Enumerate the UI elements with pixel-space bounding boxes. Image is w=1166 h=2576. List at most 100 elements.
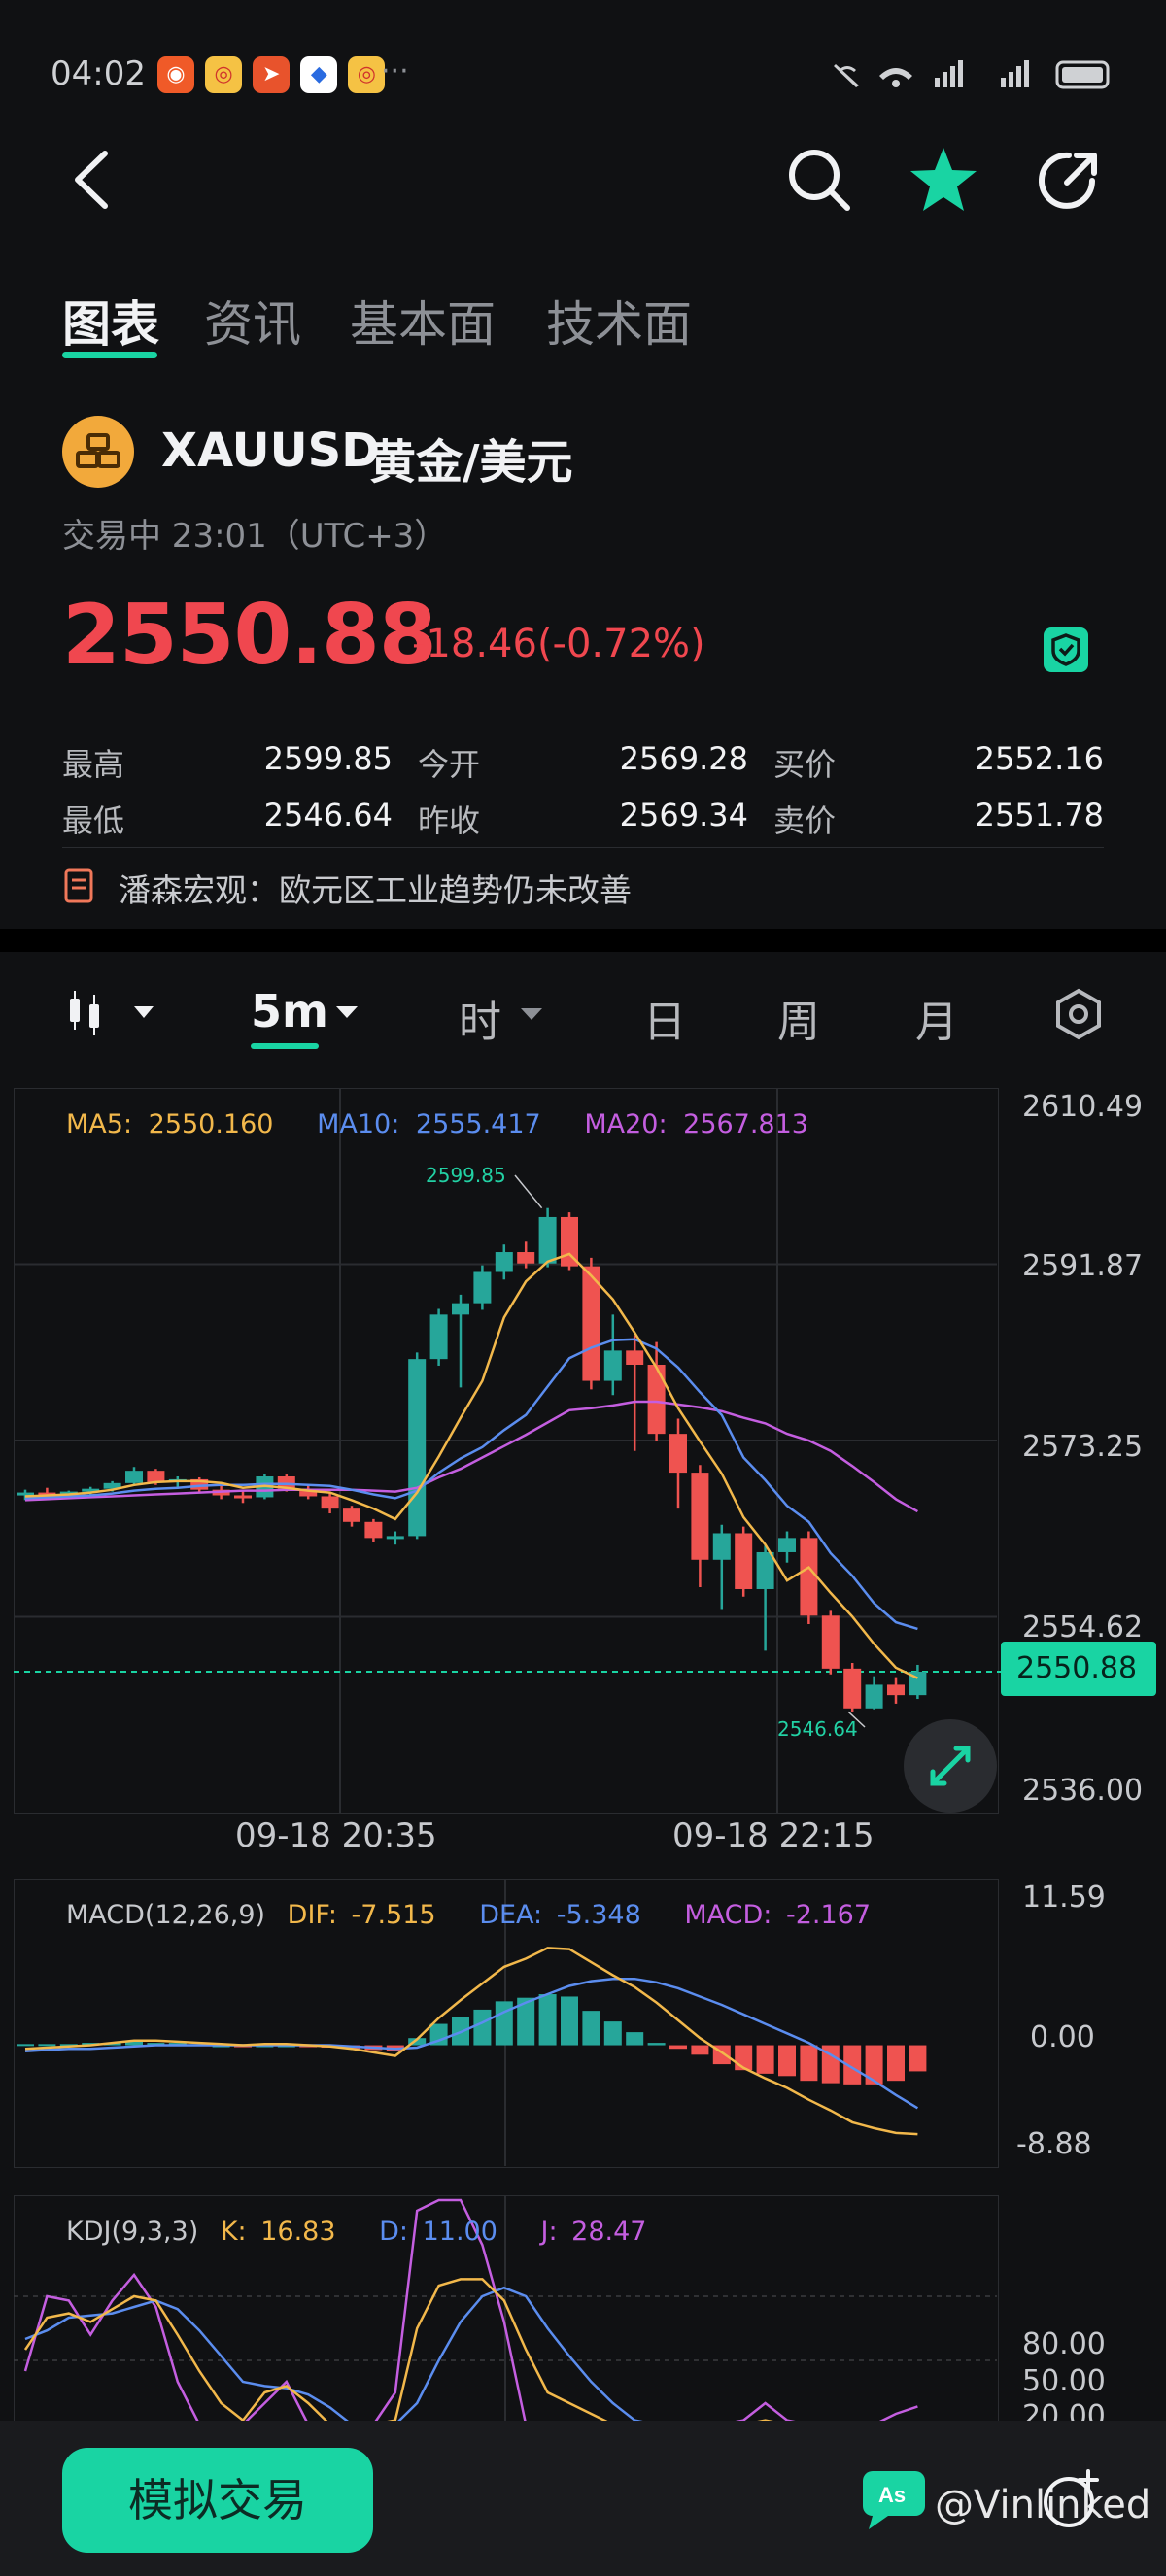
bid-label: 买价 bbox=[773, 746, 837, 783]
interval-week[interactable]: 周 bbox=[777, 987, 820, 1049]
last-price-tag-value: 2550.88 bbox=[1016, 1651, 1138, 1685]
ask-label: 卖价 bbox=[773, 802, 837, 839]
candle-body bbox=[691, 1473, 709, 1560]
back-arrow-icon bbox=[75, 151, 108, 209]
interval-5m[interactable]: 5m bbox=[251, 985, 367, 1053]
weibo-icon-2: ◎ bbox=[348, 56, 386, 93]
back-button[interactable] bbox=[62, 146, 120, 214]
kdj-legend: KDJ(9,3,3) K: 16.83 D: 11.00 J: 28.47 bbox=[66, 2217, 646, 2247]
last-price-tag: 2550.88 bbox=[1001, 1642, 1156, 1696]
macd-bar bbox=[603, 2021, 622, 2046]
app-notify-icon: ◉ bbox=[157, 56, 194, 93]
interval-active-indicator bbox=[251, 1043, 319, 1049]
prev-close-label: 昨收 bbox=[418, 802, 481, 839]
ma-legend: MA5: 2550.160 MA10: 2555.417 MA20: 2567.… bbox=[66, 1109, 808, 1139]
chat-assistant-button[interactable]: As bbox=[859, 2467, 937, 2535]
system-status-icons bbox=[826, 56, 1117, 91]
candle-body bbox=[321, 1496, 339, 1509]
macd-bar bbox=[473, 2009, 492, 2046]
candle-body bbox=[234, 1495, 252, 1499]
k-label: K: bbox=[220, 2217, 247, 2247]
candle-body bbox=[147, 1471, 165, 1482]
interval-hour[interactable]: 时 bbox=[459, 987, 566, 1047]
kdj-title: KDJ(9,3,3) bbox=[66, 2217, 199, 2247]
demo-trade-button[interactable]: 模拟交易 bbox=[62, 2448, 373, 2553]
tab-news[interactable]: 资讯 bbox=[204, 286, 301, 356]
candle-body bbox=[865, 1684, 883, 1709]
macd-bar bbox=[778, 2045, 796, 2077]
macd-bar bbox=[669, 2045, 687, 2050]
candle-body bbox=[364, 1521, 383, 1539]
interval-month[interactable]: 月 bbox=[915, 987, 958, 1049]
ma20-legend-label: MA20: bbox=[584, 1109, 668, 1139]
shield-app-icon: ◆ bbox=[300, 56, 338, 93]
search-button[interactable] bbox=[785, 146, 853, 214]
symbol-code: XAUUSD bbox=[161, 424, 381, 478]
price-change: -18.46(-0.72%) bbox=[412, 622, 705, 666]
candle-body bbox=[473, 1271, 492, 1304]
candlestick-icon bbox=[70, 991, 154, 1035]
tab-technicals[interactable]: 技术面 bbox=[546, 286, 692, 356]
macd-bar bbox=[647, 2043, 666, 2046]
high-marker-label: 2599.85 bbox=[426, 1164, 506, 1187]
tab-fundamentals[interactable]: 基本面 bbox=[350, 286, 496, 356]
plus-badge-icon bbox=[1044, 2469, 1099, 2527]
k-value: 16.83 bbox=[260, 2217, 336, 2247]
open-value: 2569.28 bbox=[619, 740, 748, 777]
news-ticker[interactable]: 潘森宏观：欧元区工业趋势仍未改善 bbox=[62, 864, 1104, 909]
verified-badge[interactable] bbox=[1044, 627, 1088, 672]
svg-text:As: As bbox=[878, 2483, 906, 2507]
fullscreen-button[interactable] bbox=[904, 1719, 997, 1813]
y-tick-1: 2610.49 bbox=[1022, 1090, 1144, 1124]
macd-bar bbox=[887, 2045, 905, 2082]
candle-body bbox=[712, 1533, 731, 1560]
ma10-line bbox=[24, 1338, 918, 1631]
send-app-icon: ➤ bbox=[253, 56, 291, 93]
dif-label: DIF: bbox=[287, 1900, 337, 1930]
macd-bar bbox=[538, 1994, 557, 2046]
macd-bar bbox=[561, 1996, 578, 2046]
ma5-legend-label: MA5: bbox=[66, 1109, 133, 1139]
j-value: 28.47 bbox=[571, 2217, 647, 2247]
notification-icons: ◉ ◎ ➤ ◆ ◎ bbox=[157, 56, 391, 93]
star-icon bbox=[910, 148, 977, 211]
interval-day[interactable]: 日 bbox=[643, 987, 686, 1049]
symbol-name: 黄金/美元 bbox=[369, 435, 573, 490]
ma10-legend-label: MA10: bbox=[317, 1109, 400, 1139]
add-widget-button[interactable] bbox=[1038, 2465, 1106, 2533]
share-button[interactable] bbox=[1034, 146, 1104, 216]
candle-body bbox=[626, 1350, 644, 1366]
candle-body bbox=[538, 1216, 557, 1264]
macd-legend: MACD(12,26,9) DIF: -7.515 DEA: -5.348 MA… bbox=[66, 1900, 871, 1930]
low-label: 最低 bbox=[62, 802, 125, 839]
macd-bar bbox=[38, 2044, 56, 2047]
chart-settings-button[interactable] bbox=[1051, 987, 1106, 1041]
tab-chart[interactable]: 图表 bbox=[62, 286, 159, 356]
d-line bbox=[24, 2286, 918, 2426]
macd-bar bbox=[582, 2011, 600, 2046]
interval-5m-label: 5m bbox=[251, 985, 328, 1037]
last-price: 2550.88 bbox=[62, 587, 437, 684]
favorite-button[interactable] bbox=[908, 144, 979, 216]
dea-value: -5.348 bbox=[556, 1900, 641, 1930]
gold-logo bbox=[62, 416, 134, 488]
session-status: 交易中 23:01（UTC+3） bbox=[62, 517, 448, 556]
macd-bar bbox=[800, 2045, 818, 2082]
x-tick-2: 09-18 22:15 bbox=[672, 1816, 874, 1855]
macd-y-tick-1: 11.59 bbox=[1022, 1881, 1106, 1915]
bid-value: 2552.16 bbox=[975, 740, 1104, 777]
macd-label: MACD: bbox=[684, 1900, 772, 1930]
y-tick-2: 2591.87 bbox=[1022, 1249, 1144, 1283]
expand-icon bbox=[930, 1746, 971, 1786]
candle-body bbox=[669, 1434, 687, 1474]
candle-body bbox=[517, 1252, 535, 1264]
kdj-y-tick-2: 50.00 bbox=[1022, 2364, 1106, 2398]
ask-value: 2551.78 bbox=[975, 797, 1104, 833]
chart-type-selector[interactable] bbox=[64, 985, 161, 1039]
share-icon bbox=[1039, 152, 1097, 209]
low-value: 2546.64 bbox=[263, 797, 393, 833]
d-label: D: bbox=[379, 2217, 409, 2247]
candle-body bbox=[887, 1684, 905, 1696]
search-icon bbox=[789, 150, 850, 211]
candle-body bbox=[125, 1471, 143, 1483]
